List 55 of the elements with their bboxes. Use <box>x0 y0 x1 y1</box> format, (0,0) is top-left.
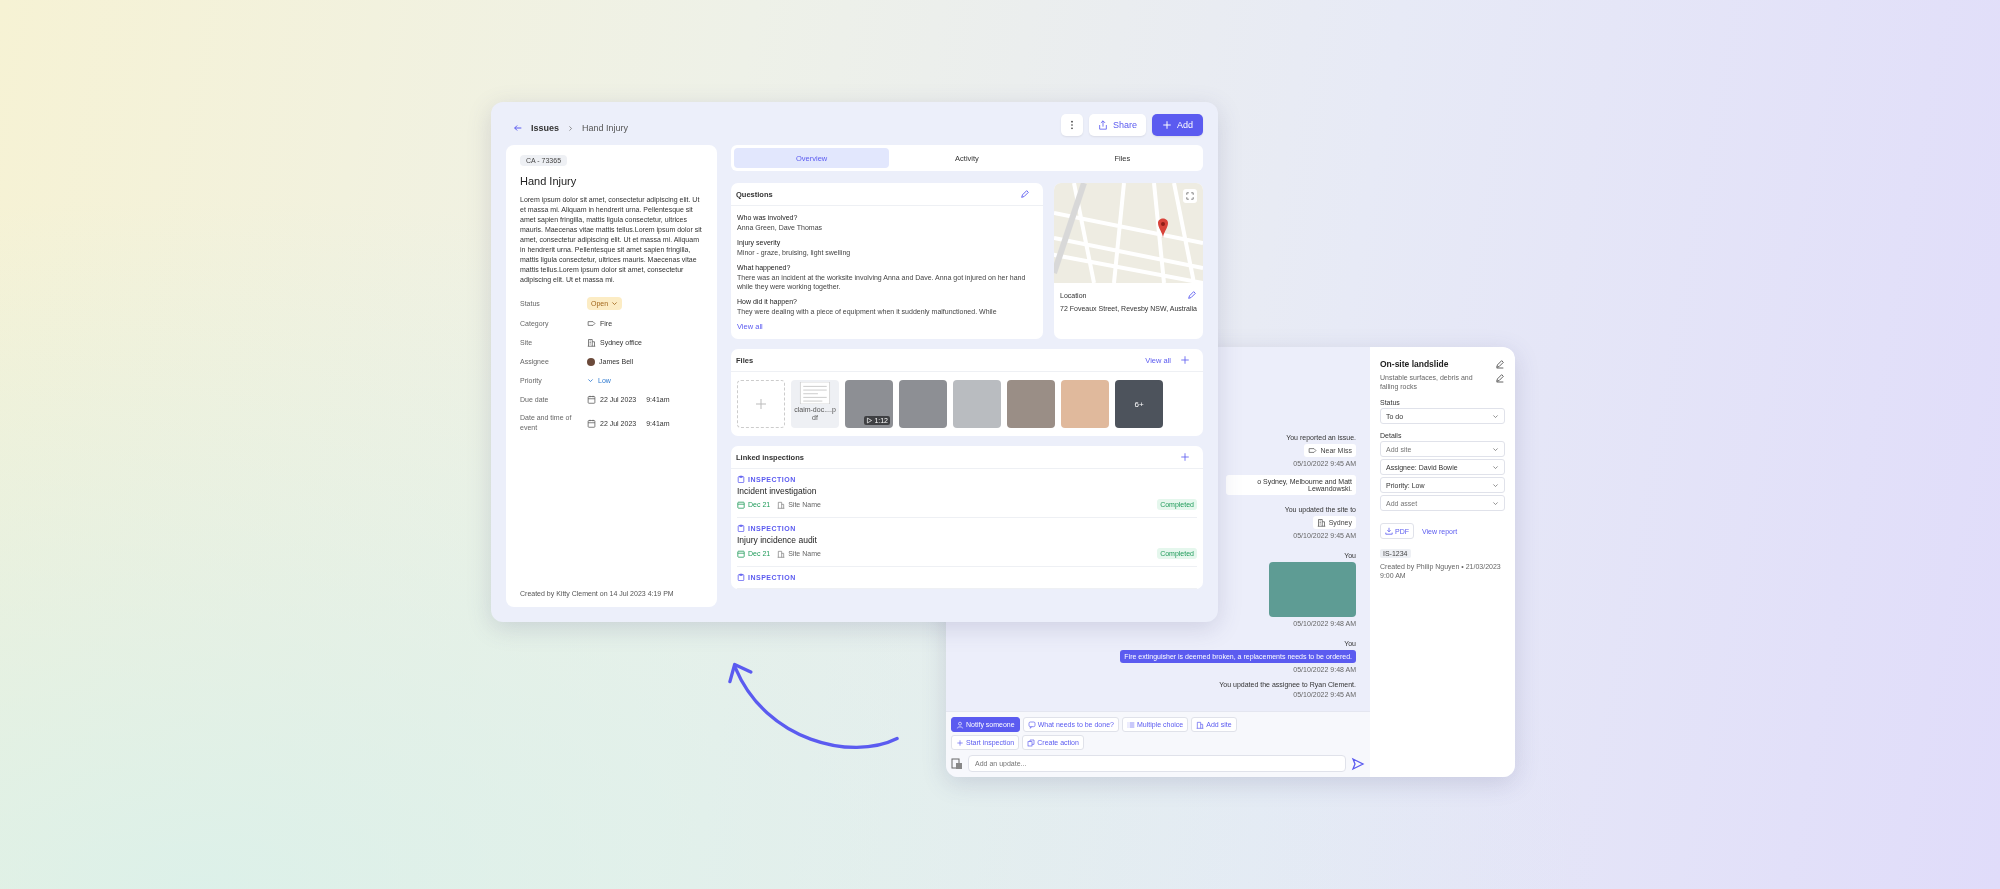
chevron-down-icon <box>1492 481 1499 489</box>
add-button[interactable]: Add <box>1152 114 1203 136</box>
tag-icon <box>587 319 596 328</box>
calendar-icon <box>737 549 745 558</box>
back-arrow-icon[interactable] <box>513 123 523 133</box>
chevron-down-icon <box>1492 463 1499 471</box>
chat-icon <box>1027 720 1036 729</box>
play-icon <box>866 417 874 424</box>
send-icon[interactable] <box>1351 756 1365 771</box>
download-icon <box>1385 527 1393 535</box>
chevron-down-icon <box>587 377 594 384</box>
building-icon <box>1316 518 1326 527</box>
more-files-tile[interactable]: 6+ <box>1115 380 1163 428</box>
plus-icon <box>755 398 767 410</box>
fullscreen-button[interactable] <box>1183 189 1197 203</box>
plus-icon <box>1162 120 1172 130</box>
calendar-icon <box>587 418 596 428</box>
edit-icon[interactable] <box>1020 189 1030 199</box>
avatar <box>587 357 595 366</box>
person-icon <box>956 720 964 729</box>
issue-title: Hand Injury <box>520 175 577 187</box>
chevron-down-icon <box>1492 445 1499 453</box>
clipboard-icon <box>737 524 745 532</box>
breadcrumb-current: Hand Injury <box>582 123 629 133</box>
building-icon <box>777 500 786 509</box>
plus-icon <box>956 738 964 747</box>
plus-icon[interactable] <box>1180 355 1190 365</box>
plus-icon[interactable] <box>1180 452 1190 462</box>
breadcrumb-link[interactable]: Issues <box>531 123 560 133</box>
clipboard-icon <box>737 573 745 581</box>
clipboard-icon <box>737 475 745 483</box>
edit-icon[interactable] <box>1495 359 1505 369</box>
copy-icon <box>1027 738 1036 747</box>
edit-icon[interactable] <box>1187 290 1197 300</box>
chevron-down-icon <box>611 300 619 307</box>
calendar-icon <box>587 395 596 404</box>
panel-title: On-site landslide <box>1380 359 1449 369</box>
attachment-icon[interactable] <box>951 757 963 770</box>
inspection-title: Injury incidence audit <box>737 535 818 545</box>
add-file-button[interactable] <box>737 380 785 428</box>
more-button[interactable] <box>1060 114 1083 136</box>
building-icon <box>777 549 786 558</box>
calendar-icon <box>737 500 745 509</box>
chevron-right-icon <box>567 124 575 132</box>
share-icon <box>1097 120 1108 130</box>
expand-icon <box>1186 192 1194 200</box>
inspection-title: Incident investigation <box>737 486 818 496</box>
more-count: 6+ <box>1134 399 1144 409</box>
building-icon <box>1196 720 1205 729</box>
edit-icon[interactable] <box>1495 373 1505 383</box>
building-icon <box>587 338 596 347</box>
share-button[interactable]: Share <box>1088 114 1146 136</box>
chevron-down-icon <box>1492 499 1499 507</box>
tag-icon <box>1308 446 1318 455</box>
chevron-down-icon <box>1492 412 1499 420</box>
